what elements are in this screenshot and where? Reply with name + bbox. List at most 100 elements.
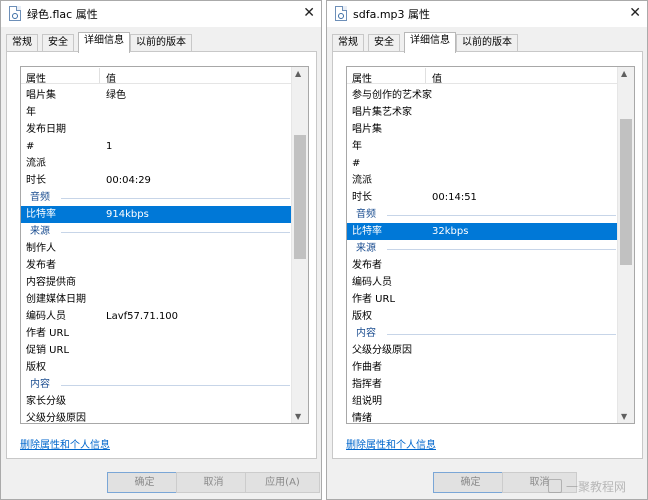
property-row[interactable]: 流派	[347, 172, 618, 189]
vertical-scrollbar[interactable]: ▲ ▼	[291, 67, 308, 423]
property-row[interactable]: 父级分级原因	[21, 410, 292, 423]
property-row[interactable]: 流派	[21, 155, 292, 172]
property-name: 比特率	[26, 209, 56, 220]
cancel-button[interactable]: 取消	[176, 472, 251, 493]
property-row[interactable]: 比特率 32kbps	[347, 223, 618, 240]
property-value[interactable]: 914kbps	[106, 206, 149, 223]
title-bar[interactable]: sdfa.mp3 属性 ✕	[327, 1, 647, 27]
property-row[interactable]: 编码人员	[347, 274, 618, 291]
property-row[interactable]: 唱片集艺术家	[347, 104, 618, 121]
property-row[interactable]: 唱片集 绿色	[21, 87, 292, 104]
column-divider[interactable]	[425, 68, 426, 83]
ok-button[interactable]: 确定	[107, 472, 182, 493]
scroll-down-icon[interactable]: ▼	[295, 412, 301, 421]
column-header-value[interactable]: 值	[432, 70, 442, 85]
property-value[interactable]: 1	[106, 138, 112, 155]
property-row[interactable]: 唱片集	[347, 121, 618, 138]
property-group-header[interactable]: 音频	[21, 189, 292, 206]
property-row[interactable]: 发布者	[347, 257, 618, 274]
property-row[interactable]: 作曲者	[347, 359, 618, 376]
property-name: 促销 URL	[26, 345, 70, 356]
property-value[interactable]: 00:04:29	[106, 172, 151, 189]
property-group-header[interactable]: 来源	[21, 223, 292, 240]
property-name: 作者 URL	[26, 328, 70, 339]
property-row[interactable]: 比特率 914kbps	[21, 206, 292, 223]
close-icon[interactable]: ✕	[303, 5, 315, 21]
property-name: 流派	[352, 175, 372, 186]
property-row[interactable]: 参与创作的艺术家	[347, 87, 618, 104]
property-row[interactable]: 促销 URL	[21, 342, 292, 359]
property-name: #	[26, 141, 35, 152]
property-row[interactable]: 家长分级	[21, 393, 292, 410]
property-row[interactable]: 作者 URL	[347, 291, 618, 308]
title-bar[interactable]: 绿色.flac 属性 ✕	[1, 1, 321, 27]
property-value[interactable]: 00:14:51	[432, 189, 477, 206]
apply-button[interactable]: 应用(A)	[245, 472, 320, 493]
property-row[interactable]: 发布者	[21, 257, 292, 274]
tab-security[interactable]: 安全	[368, 34, 400, 52]
property-value[interactable]: 32kbps	[432, 223, 468, 240]
property-group-header[interactable]: 来源	[347, 240, 618, 257]
tab-previous-versions[interactable]: 以前的版本	[130, 34, 192, 52]
property-row[interactable]: 组说明	[347, 393, 618, 410]
close-icon[interactable]: ✕	[629, 5, 641, 21]
property-group-header[interactable]: 内容	[21, 376, 292, 393]
property-row[interactable]: 指挥者	[347, 376, 618, 393]
property-name: 参与创作的艺术家	[352, 90, 432, 101]
property-row[interactable]: 情绪	[347, 410, 618, 424]
property-value[interactable]: 绿色	[106, 87, 126, 104]
property-row[interactable]: 创建媒体日期	[21, 291, 292, 308]
details-panel: 属性 值 参与创作的艺术家唱片集艺术家唱片集年 # 流派时长 00:14:51 音频 比特…	[332, 51, 643, 459]
column-header-value[interactable]: 值	[106, 70, 116, 85]
property-row[interactable]: 时长 00:14:51	[347, 189, 618, 206]
group-divider	[387, 215, 616, 216]
ok-button[interactable]: 确定	[433, 472, 508, 493]
tab-previous-versions[interactable]: 以前的版本	[456, 34, 518, 52]
property-row[interactable]: 父级分级原因	[347, 342, 618, 359]
property-row[interactable]: #1	[21, 138, 292, 155]
tab-general[interactable]: 常规	[332, 34, 364, 52]
audio-file-icon	[335, 6, 347, 21]
column-header: 属性 值	[21, 67, 292, 85]
property-list[interactable]: 属性 值 唱片集 绿色年发布日期 #1 流派 时长 00:04:29 音频比特率 914kbp…	[20, 66, 309, 424]
scroll-up-icon[interactable]: ▲	[621, 69, 627, 78]
tab-security[interactable]: 安全	[42, 34, 74, 52]
scroll-thumb[interactable]	[620, 119, 632, 265]
property-row[interactable]: 时长 00:04:29	[21, 172, 292, 189]
property-value[interactable]: Lavf57.71.100	[106, 308, 178, 325]
remove-properties-link[interactable]: 删除属性和个人信息	[20, 436, 110, 451]
scroll-up-icon[interactable]: ▲	[295, 69, 301, 78]
tab-details[interactable]: 详细信息	[78, 32, 130, 53]
property-name: 内容提供商	[26, 277, 76, 288]
column-header-property[interactable]: 属性	[26, 70, 46, 85]
tab-general[interactable]: 常规	[6, 34, 38, 52]
group-divider	[387, 334, 616, 335]
property-row[interactable]: 作者 URL	[21, 325, 292, 342]
scroll-thumb[interactable]	[294, 135, 306, 259]
property-row[interactable]: 年	[21, 104, 292, 121]
property-rows: 参与创作的艺术家唱片集艺术家唱片集年 # 流派时长 00:14:51 音频 比特率 32kb…	[347, 87, 618, 424]
tab-details[interactable]: 详细信息	[404, 32, 456, 53]
property-list[interactable]: 属性 值 参与创作的艺术家唱片集艺术家唱片集年 # 流派时长 00:14:51 音频 比特…	[346, 66, 635, 424]
remove-properties-link[interactable]: 删除属性和个人信息	[346, 436, 436, 451]
property-name: 发布者	[26, 260, 56, 271]
property-row[interactable]: 编码人员 Lavf57.71.100	[21, 308, 292, 325]
property-name: 发布日期	[26, 124, 66, 135]
property-row[interactable]: 年	[347, 138, 618, 155]
column-header-property[interactable]: 属性	[352, 70, 372, 85]
property-group-header[interactable]: 音频	[347, 206, 618, 223]
property-row[interactable]: 内容提供商	[21, 274, 292, 291]
property-row[interactable]: 版权	[21, 359, 292, 376]
audio-file-icon	[9, 6, 21, 21]
property-name: 唱片集	[352, 124, 382, 135]
property-row[interactable]: 版权	[347, 308, 618, 325]
property-row[interactable]: #	[347, 155, 618, 172]
property-name: 编码人员	[26, 311, 66, 322]
property-row[interactable]: 制作人	[21, 240, 292, 257]
property-name: 情绪	[352, 413, 372, 424]
property-group-header[interactable]: 内容	[347, 325, 618, 342]
vertical-scrollbar[interactable]: ▲ ▼	[617, 67, 634, 423]
property-row[interactable]: 发布日期	[21, 121, 292, 138]
column-divider[interactable]	[99, 68, 100, 83]
scroll-down-icon[interactable]: ▼	[621, 412, 627, 421]
